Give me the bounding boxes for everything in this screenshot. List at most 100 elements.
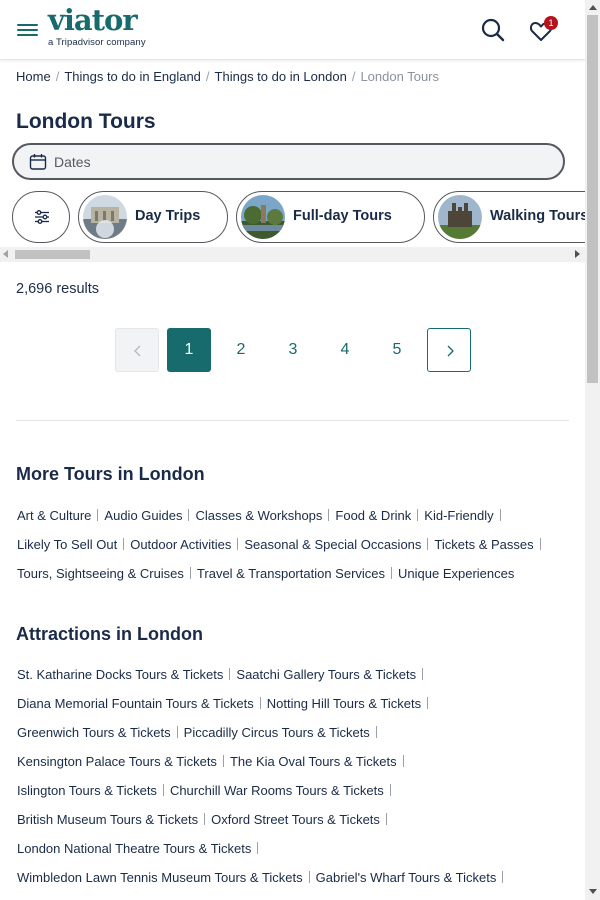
breadcrumb-current: London Tours	[360, 69, 439, 84]
link-row: St. Katharine Docks Tours & Tickets Saatc…	[17, 667, 429, 682]
link-row: Likely To Sell Out Outdoor Activities Seas…	[17, 537, 547, 552]
link-separator	[499, 509, 501, 521]
breadcrumb: Home / Things to do in England / Things to d…	[16, 69, 439, 84]
link-separator	[308, 871, 310, 883]
menu-icon[interactable]	[17, 22, 39, 38]
tour-category-link[interactable]: Tickets & Passes	[434, 537, 533, 552]
walking-tours-thumbnail	[438, 195, 482, 239]
tour-category-link[interactable]: Food & Drink	[335, 508, 411, 523]
link-separator	[222, 755, 224, 767]
scroll-up-arrow-icon[interactable]	[589, 5, 597, 10]
link-separator	[402, 755, 404, 767]
logo[interactable]: viator a Tripadvisor company	[48, 5, 146, 48]
attraction-link[interactable]: British Museum Tours & Tickets	[17, 812, 198, 827]
scroll-right-arrow-icon[interactable]	[575, 250, 580, 258]
sliders-icon	[35, 210, 49, 224]
tour-category-link[interactable]: Seasonal & Special Occasions	[244, 537, 421, 552]
scroll-left-arrow-icon[interactable]	[3, 250, 8, 258]
link-row: Kensington Palace Tours & Tickets The Kia…	[17, 754, 410, 769]
tour-category-link[interactable]: Unique Experiences	[398, 566, 514, 581]
attraction-link[interactable]: London National Theatre Tours & Tickets	[17, 841, 251, 856]
tour-category-link[interactable]: Tours, Sightseeing & Cruises	[17, 566, 184, 581]
link-separator	[375, 726, 377, 738]
link-row: Art & Culture Audio Guides Classes & Works…	[17, 508, 507, 523]
link-separator	[385, 813, 387, 825]
search-icon[interactable]	[480, 17, 506, 43]
attraction-link[interactable]: The Kia Oval Tours & Tickets	[230, 754, 397, 769]
page-button-1[interactable]: 1	[167, 328, 211, 372]
link-row: London National Theatre Tours & Tickets	[17, 841, 264, 856]
chip-day-trips[interactable]: Day Trips	[78, 191, 228, 243]
attractions-title: Attractions in London	[16, 624, 203, 644]
page-button-3[interactable]: 3	[271, 328, 315, 372]
attraction-link[interactable]: Islington Tours & Tickets	[17, 783, 157, 798]
tour-category-link[interactable]: Art & Culture	[17, 508, 91, 523]
vertical-scrollbar[interactable]	[585, 0, 600, 900]
wishlist-count-badge: 1	[544, 16, 558, 30]
attraction-link[interactable]: Gabriel's Wharf Tours & Tickets	[316, 870, 497, 885]
page-button-2[interactable]: 2	[219, 328, 263, 372]
link-separator	[391, 567, 393, 579]
breadcrumb-home[interactable]: Home	[16, 69, 51, 84]
tour-category-link[interactable]: Audio Guides	[104, 508, 182, 523]
scroll-down-arrow-icon[interactable]	[589, 889, 597, 894]
tour-category-link[interactable]: Classes & Workshops	[195, 508, 322, 523]
link-separator	[229, 668, 231, 680]
chevron-right-icon	[447, 345, 454, 357]
link-separator	[97, 509, 99, 521]
attraction-link[interactable]: Kensington Palace Tours & Tickets	[17, 754, 217, 769]
attraction-link[interactable]: Saatchi Gallery Tours & Tickets	[236, 667, 416, 682]
attraction-link[interactable]: Wimbledon Lawn Tennis Museum Tours & Tic…	[17, 870, 303, 885]
link-separator	[176, 726, 178, 738]
more-tours-title: More Tours in London	[16, 464, 205, 484]
full-day-tours-thumbnail	[241, 195, 285, 239]
tour-category-link[interactable]: Kid-Friendly	[424, 508, 493, 523]
next-page-button[interactable]	[427, 328, 471, 372]
link-separator	[237, 538, 239, 550]
filters-button[interactable]	[12, 191, 70, 243]
link-row: Tours, Sightseeing & Cruises Travel & Tra…	[17, 566, 514, 581]
link-separator	[123, 538, 125, 550]
attraction-link[interactable]: St. Katharine Docks Tours & Tickets	[17, 667, 223, 682]
page-title: London Tours	[16, 110, 156, 133]
attraction-link[interactable]: Oxford Street Tours & Tickets	[211, 812, 380, 827]
attraction-link[interactable]: Notting Hill Tours & Tickets	[267, 696, 421, 711]
horizontal-scroll-thumb[interactable]	[15, 250, 90, 259]
logo-tagline: a Tripadvisor company	[48, 37, 146, 48]
page-button-5[interactable]: 5	[375, 328, 419, 372]
tour-category-link[interactable]: Travel & Transportation Services	[197, 566, 385, 581]
page: viator a Tripadvisor company 1 Home / Thin…	[0, 0, 585, 900]
link-separator	[328, 509, 330, 521]
chip-walking-tours[interactable]: Walking Tours	[433, 191, 585, 243]
day-trips-thumbnail	[83, 195, 127, 239]
breadcrumb-separator: /	[351, 69, 356, 84]
chevron-left-icon	[134, 345, 141, 357]
chip-label: Full-day Tours	[293, 208, 392, 224]
link-separator	[259, 697, 261, 709]
link-separator	[389, 784, 391, 796]
link-separator	[427, 538, 429, 550]
tour-category-link[interactable]: Outdoor Activities	[130, 537, 231, 552]
section-divider	[16, 420, 569, 421]
breadcrumb-london[interactable]: Things to do in London	[215, 69, 347, 84]
link-separator	[257, 842, 259, 854]
breadcrumb-england[interactable]: Things to do in England	[64, 69, 201, 84]
link-separator	[422, 668, 424, 680]
link-row: Greenwich Tours & Tickets Piccadilly Circ…	[17, 725, 383, 740]
attraction-link[interactable]: Churchill War Rooms Tours & Tickets	[170, 783, 384, 798]
attraction-link[interactable]: Piccadilly Circus Tours & Tickets	[184, 725, 370, 740]
horizontal-scrollbar[interactable]	[0, 247, 585, 262]
link-row: British Museum Tours & Tickets Oxford Str…	[17, 812, 393, 827]
attraction-link[interactable]: Diana Memorial Fountain Tours & Tickets	[17, 696, 254, 711]
dates-picker[interactable]: Dates	[12, 143, 565, 180]
page-button-4[interactable]: 4	[323, 328, 367, 372]
chip-full-day-tours[interactable]: Full-day Tours	[236, 191, 425, 243]
link-separator	[204, 813, 206, 825]
tour-category-link[interactable]: Likely To Sell Out	[17, 537, 117, 552]
logo-wordmark: viator	[48, 3, 138, 37]
attraction-link[interactable]: Greenwich Tours & Tickets	[17, 725, 171, 740]
previous-page-button[interactable]	[115, 328, 159, 372]
vertical-scroll-thumb[interactable]	[587, 15, 598, 383]
dates-placeholder: Dates	[54, 154, 91, 170]
link-row: Islington Tours & Tickets Churchill War R…	[17, 783, 397, 798]
